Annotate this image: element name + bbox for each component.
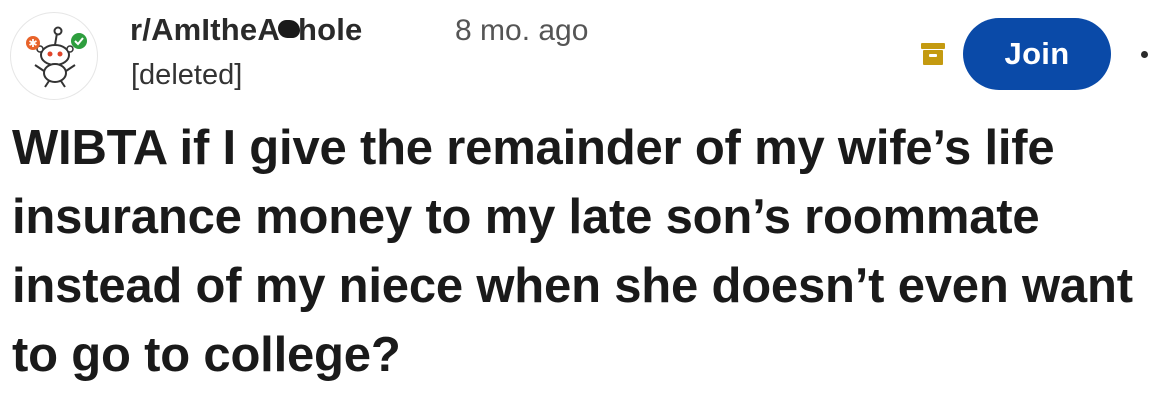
censor-mark: [277, 20, 300, 38]
post-author: [deleted]: [131, 59, 243, 91]
subreddit-name-suffix: hole: [297, 12, 363, 47]
more-options-icon[interactable]: [1141, 51, 1148, 58]
join-button[interactable]: Join: [963, 18, 1111, 90]
subreddit-name[interactable]: r/AmItheA hole: [130, 12, 362, 48]
subreddit-avatar-icon[interactable]: ✱: [10, 12, 98, 100]
post-title[interactable]: WIBTA if I give the remainder of my wife…: [12, 114, 1152, 390]
svg-text:✱: ✱: [28, 37, 37, 50]
reddit-post: ✱ r/AmItheA hole 8 mo. ago [deleted] Join…: [0, 0, 1156, 406]
post-timestamp: 8 mo. ago: [455, 14, 589, 47]
subreddit-name-prefix: r/AmItheA: [130, 12, 280, 47]
archive-icon: [920, 41, 946, 67]
